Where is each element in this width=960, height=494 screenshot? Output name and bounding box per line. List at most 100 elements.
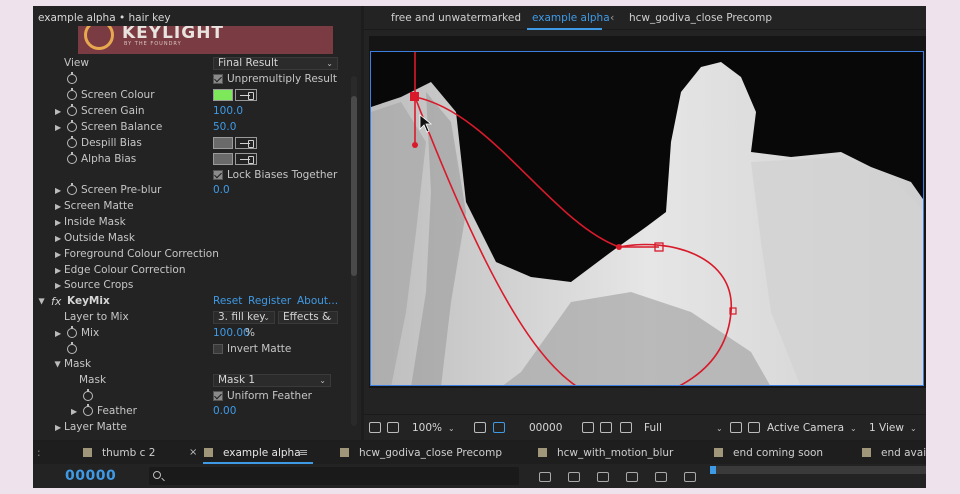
region-grid-icon[interactable] [474, 422, 486, 433]
stopwatch-icon[interactable] [67, 152, 77, 164]
group-source-crops[interactable]: ▶ Source Crops [33, 278, 353, 293]
tab-label: hcw_godiva_close Precomp [359, 447, 503, 459]
mask-visibility-icon[interactable] [493, 422, 505, 433]
stopwatch-icon[interactable] [83, 389, 93, 401]
tab-motion-blur[interactable]: hcw_with_motion_blur [538, 442, 673, 464]
crumb-godiva-precomp[interactable]: hcw_godiva_close Precomp [629, 12, 772, 24]
shy-layers-icon[interactable] [597, 472, 609, 482]
screen-preblur-value[interactable]: 0.0 [213, 183, 230, 198]
expand-arrow-icon[interactable]: ▶ [55, 278, 61, 293]
stopwatch-icon[interactable] [67, 104, 77, 116]
scrollbar-thumb[interactable] [351, 96, 357, 276]
stopwatch-icon[interactable] [83, 404, 93, 416]
uniform-feather-checkbox[interactable] [213, 391, 223, 401]
tab-label: end coming soon [733, 447, 824, 459]
composition-frame[interactable] [370, 51, 924, 386]
stopwatch-icon[interactable] [67, 326, 77, 338]
collapse-arrow-icon[interactable]: ▶ [35, 298, 50, 304]
fx-icon[interactable]: fx [51, 294, 61, 309]
draft-3d-icon[interactable] [568, 472, 580, 482]
tab-thumb-c-2[interactable]: thumb c 2 [83, 442, 155, 464]
color-channel-icon[interactable] [620, 422, 632, 433]
alpha-bias-swatch[interactable] [213, 153, 233, 165]
tab-godiva-precomp[interactable]: hcw_godiva_close Precomp [340, 442, 502, 464]
stopwatch-icon[interactable] [67, 342, 77, 354]
eyedropper-icon[interactable] [235, 153, 257, 165]
tab-overflow[interactable]: : [37, 442, 41, 464]
zoom-dropdown[interactable]: 100% ⌄ [412, 419, 455, 437]
group-fg-colour-correction[interactable]: ▶ Foreground Colour Correction [33, 247, 353, 262]
crumb-free-and-unwatermarked[interactable]: free and unwatermarked [391, 12, 521, 24]
timeline-timecode[interactable]: 00000 [65, 468, 116, 484]
about-link[interactable]: About... [297, 294, 338, 309]
always-preview-icon[interactable] [369, 422, 381, 433]
bezier-handle[interactable] [412, 142, 418, 148]
graph-editor-icon[interactable] [684, 472, 696, 482]
layer-to-mix-dropdown[interactable]: 3. fill key ⌄ [213, 311, 275, 324]
expand-arrow-icon[interactable]: ▶ [55, 247, 61, 262]
stopwatch-icon[interactable] [67, 72, 77, 84]
tab-end-coming-soon[interactable]: end coming soon [714, 442, 823, 464]
work-area-start-handle[interactable] [710, 466, 716, 474]
expand-arrow-icon[interactable]: ▶ [55, 215, 61, 230]
monitor-icon[interactable] [387, 422, 399, 433]
stopwatch-icon[interactable] [67, 120, 77, 132]
panel-scrollbar[interactable] [351, 76, 357, 426]
region-of-interest-icon[interactable] [730, 422, 742, 433]
views-dropdown[interactable]: 1 View ⌄ [869, 419, 924, 437]
invert-matte-row: Invert Matte [33, 342, 353, 357]
register-link[interactable]: Register [248, 294, 291, 309]
group-outside-mask[interactable]: ▶ Outside Mask [33, 231, 353, 246]
group-screen-matte[interactable]: ▶ Screen Matte [33, 199, 353, 214]
expand-arrow-icon[interactable]: ▶ [55, 263, 61, 278]
stopwatch-icon[interactable] [67, 88, 77, 100]
tab-end-available[interactable]: end availa [862, 442, 926, 464]
transparency-grid-icon[interactable] [748, 422, 760, 433]
lock-biases-checkbox[interactable] [213, 170, 223, 180]
frame-blending-icon[interactable] [626, 472, 638, 482]
work-area-bar[interactable] [710, 466, 926, 474]
current-time[interactable]: 00000 [529, 419, 562, 437]
mask-vertex-handle[interactable] [410, 92, 419, 101]
expand-arrow-icon[interactable]: ▶ [55, 104, 61, 119]
bezier-handle[interactable] [616, 244, 622, 250]
feather-value[interactable]: 0.00 [213, 404, 236, 419]
camera-dropdown[interactable]: Active Camera ⌄ [767, 419, 857, 437]
reset-link[interactable]: Reset [213, 294, 242, 309]
stopwatch-icon[interactable] [67, 183, 77, 195]
screen-colour-swatch[interactable] [213, 89, 233, 101]
eyedropper-icon[interactable] [235, 89, 257, 101]
despill-bias-swatch[interactable] [213, 137, 233, 149]
close-icon[interactable]: × [189, 442, 197, 464]
mask-dropdown[interactable]: Mask 1 ⌄ [213, 374, 331, 387]
expand-arrow-icon[interactable]: ▶ [55, 120, 61, 135]
invert-matte-checkbox[interactable] [213, 344, 223, 354]
crumb-example-alpha[interactable]: example alpha [532, 12, 610, 24]
mask-group-row[interactable]: ▶ Mask [33, 357, 353, 372]
camera-snapshot-icon[interactable] [582, 422, 594, 433]
expand-arrow-icon[interactable]: ▶ [71, 404, 77, 419]
eyedropper-icon[interactable] [235, 137, 257, 149]
group-inside-mask[interactable]: ▶ Inside Mask [33, 215, 353, 230]
layer-source-dropdown[interactable]: Effects & ⌄ [278, 311, 338, 324]
unpremultiply-checkbox[interactable] [213, 74, 223, 84]
expand-arrow-icon[interactable]: ▶ [55, 183, 61, 198]
expand-arrow-icon[interactable]: ▶ [55, 326, 61, 341]
stopwatch-icon[interactable] [67, 136, 77, 148]
comp-flowchart-icon[interactable] [539, 472, 551, 482]
motion-blur-icon[interactable] [655, 472, 667, 482]
time-ruler[interactable] [710, 466, 926, 486]
menu-icon[interactable]: ≡ [299, 442, 308, 464]
expand-arrow-icon[interactable]: ▶ [55, 231, 61, 246]
resolution-dropdown[interactable]: Full ⌄ [644, 419, 723, 437]
view-dropdown[interactable]: Final Result ⌄ [213, 57, 338, 70]
screen-balance-value[interactable]: 50.0 [213, 120, 236, 135]
timeline-search-input[interactable] [149, 467, 519, 485]
show-channel-icon[interactable] [600, 422, 612, 433]
expand-arrow-icon[interactable]: ▶ [55, 420, 61, 435]
expand-arrow-icon[interactable]: ▶ [55, 199, 61, 214]
screen-gain-value[interactable]: 100.0 [213, 104, 243, 119]
group-layer-matte[interactable]: ▶ Layer Matte [33, 420, 353, 435]
tab-example-alpha[interactable]: example alpha [204, 442, 301, 464]
group-edge-colour-correction[interactable]: ▶ Edge Colour Correction [33, 263, 353, 278]
